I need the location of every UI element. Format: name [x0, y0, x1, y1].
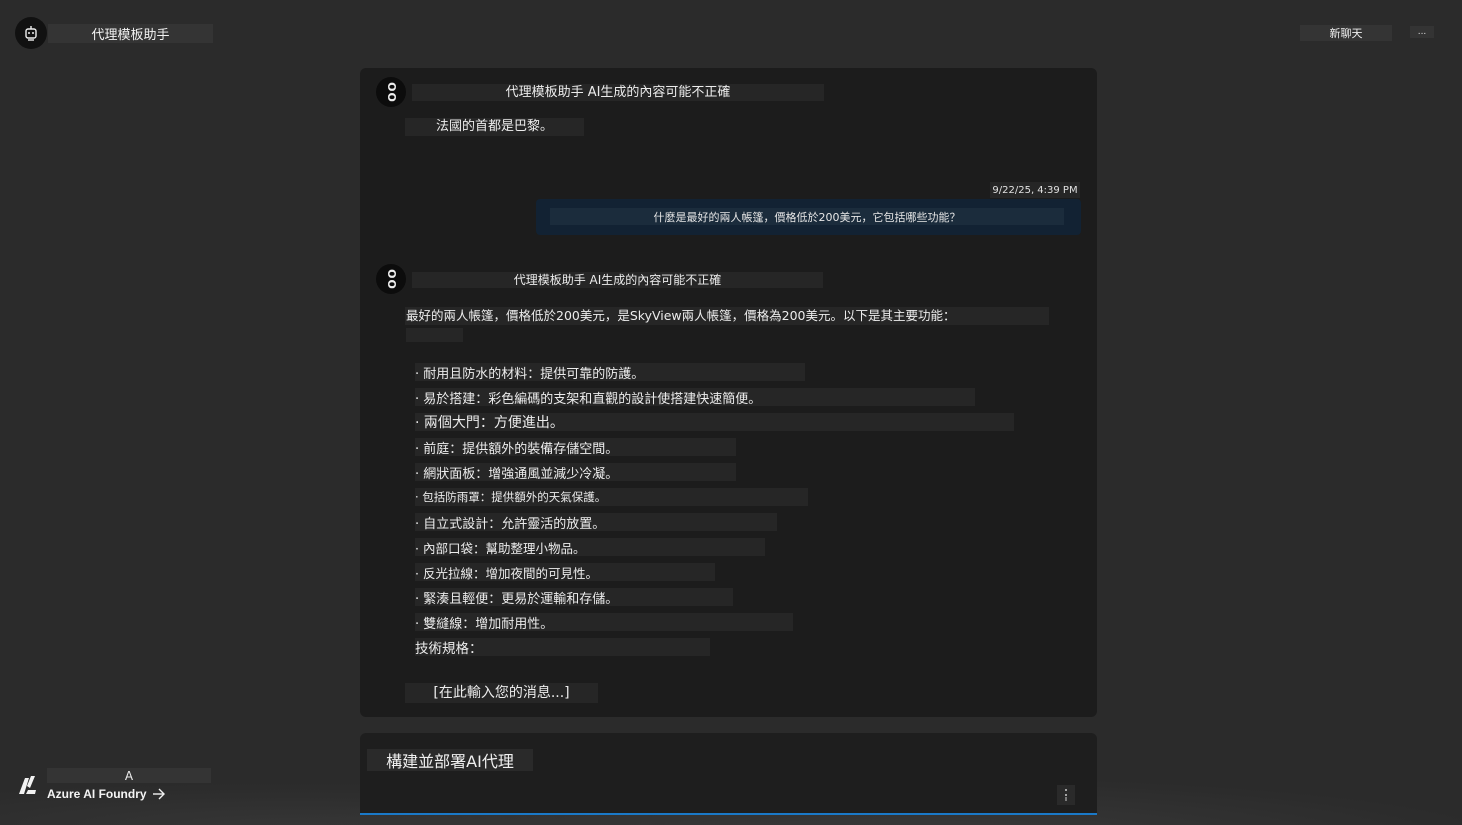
message-input[interactable]: 構建並部署AI代理	[367, 749, 533, 771]
list-item: · 自立式設計：允許靈活的放置。	[415, 513, 777, 532]
message-header: 代理模板助手 AI生成的內容可能不正確	[513, 273, 722, 287]
send-icon[interactable]	[1057, 785, 1075, 805]
list-item: 技術規格：	[415, 638, 710, 657]
azure-foundry-link[interactable]: Azure AI Foundry	[47, 787, 166, 801]
user-message-bubble: 什麼是最好的兩人帳篷，價格低於200美元，它包括哪些功能？	[536, 199, 1081, 235]
new-chat-button[interactable]: 新聊天	[1300, 25, 1392, 41]
app-title: 代理模板助手	[48, 24, 213, 43]
list-item: · 網狀面板：增強通風並減少冷凝。	[415, 463, 736, 482]
message-body: 法國的首都是巴黎。	[435, 119, 553, 134]
message-composer[interactable]: 構建並部署AI代理	[360, 733, 1097, 815]
user-message-text: 什麼是最好的兩人帳篷，價格低於200美元，它包括哪些功能？	[550, 208, 1064, 225]
azure-foundry-logo-icon	[16, 774, 38, 796]
robot-icon	[15, 17, 47, 49]
list-item: · 兩個大門：方便進出。	[415, 413, 1014, 431]
azure-foundry-label: Azure AI Foundry	[47, 787, 147, 801]
message-header: 代理模板助手 AI生成的內容可能不正確	[505, 85, 731, 100]
list-item: · 雙縫線：增加耐用性。	[415, 613, 793, 632]
list-item: · 耐用且防水的材料：提供可靠的防護。	[415, 363, 805, 382]
more-options-button[interactable]: ...	[1410, 26, 1434, 38]
agent-avatar-icon: OO	[376, 77, 406, 107]
placeholder-line: [在此輸入您的消息...]	[433, 685, 570, 701]
chat-panel[interactable]: OO 代理模板助手 AI生成的內容可能不正確 法國的首都是巴黎。 9/22/25…	[360, 68, 1097, 717]
user-initial: A	[47, 768, 211, 783]
list-item: · 緊湊且輕便：更易於運輸和存儲。	[415, 588, 733, 607]
message-intro: 最好的兩人帳篷，價格低於200美元，是SkyView兩人帳篷，價格為200美元。…	[406, 308, 956, 323]
list-item: · 易於搭建：彩色編碼的支架和直觀的設計使搭建快速簡便。	[415, 388, 975, 407]
message-timestamp: 9/22/25, 4:39 PM	[990, 182, 1080, 198]
message-fragment	[406, 328, 463, 342]
agent-avatar-icon: OO	[376, 264, 406, 294]
app-root: 代理模板助手 新聊天 ... OO 代理模板助手 AI生成的內容可能不正確 法國…	[0, 0, 1462, 825]
list-item: · 包括防雨罩：提供額外的天氣保護。	[415, 488, 808, 506]
list-item: · 內部口袋：幫助整理小物品。	[415, 538, 765, 556]
arrow-right-icon	[152, 788, 165, 800]
list-item: · 前庭：提供額外的裝備存儲空間。	[415, 438, 736, 457]
list-item: · 反光拉線：增加夜間的可見性。	[415, 563, 715, 581]
